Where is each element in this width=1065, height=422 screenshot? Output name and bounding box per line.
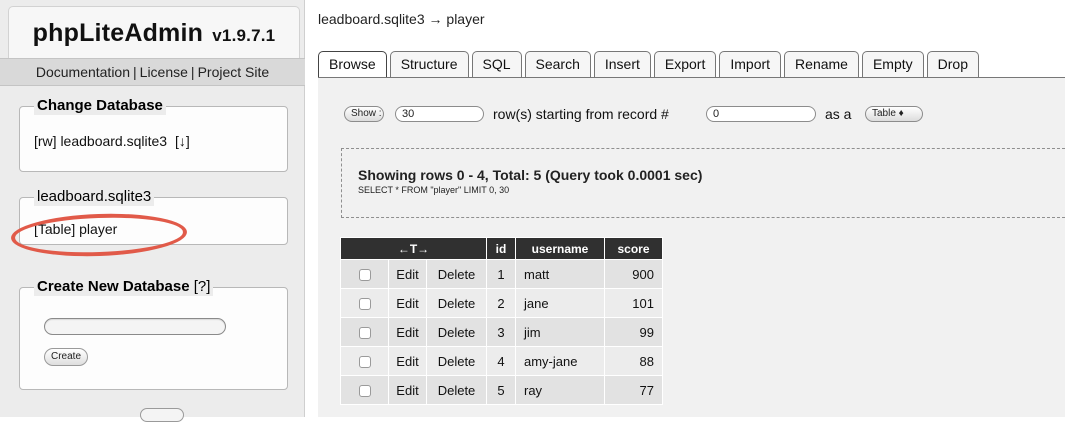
create-database-panel: Create New Database [?] Create	[19, 278, 288, 390]
cell-id: 2	[486, 288, 516, 318]
delete-link[interactable]: Delete	[426, 346, 487, 376]
cell-username: ray	[515, 375, 605, 405]
edit-link[interactable]: Edit	[388, 317, 427, 347]
app-version: v1.9.7.1	[212, 26, 276, 45]
edit-link[interactable]: Edit	[388, 259, 427, 289]
create-database-button[interactable]: Create	[44, 348, 89, 366]
rows-count-input[interactable]: 30	[395, 106, 484, 122]
cell-id: 4	[486, 346, 516, 376]
start-record-input[interactable]: 0	[706, 106, 816, 122]
row-checkbox-cell	[340, 375, 389, 405]
tab-insert[interactable]: Insert	[593, 51, 651, 77]
header-actions[interactable]: ←T→	[340, 237, 487, 260]
header-id[interactable]: id	[486, 237, 516, 260]
row-checkbox-cell	[340, 259, 389, 289]
cell-id: 1	[486, 259, 516, 289]
cell-id: 5	[486, 375, 516, 405]
link-separator: |	[133, 64, 137, 80]
cell-username: jane	[515, 288, 605, 318]
delete-link[interactable]: Delete	[426, 288, 487, 318]
doc-links-bar: Documentation | License | Project Site	[0, 58, 305, 86]
current-database: [rw] leadboard.sqlite3 [↓]	[34, 133, 190, 149]
header-username[interactable]: username	[515, 237, 605, 260]
query-result-summary: Showing rows 0 - 4, Total: 5 (Query took…	[358, 167, 703, 183]
change-database-legend: Change Database	[34, 97, 166, 115]
table-row: Edit Delete 3 jim 99	[340, 317, 663, 347]
table-row: Edit Delete 5 ray 77	[340, 375, 663, 405]
tab-browse[interactable]: Browse	[318, 51, 387, 77]
current-database-link[interactable]: [rw] leadboard.sqlite3	[34, 133, 167, 149]
tab-sql[interactable]: SQL	[471, 51, 522, 77]
cell-score: 77	[604, 375, 663, 405]
tab-import[interactable]: Import	[719, 51, 782, 77]
cell-username: jim	[515, 317, 605, 347]
row-checkbox[interactable]	[358, 327, 371, 340]
database-tables-panel: leadboard.sqlite3 [Table] player	[19, 188, 288, 245]
sidebar-bottom-button[interactable]	[140, 408, 184, 422]
as-a-label: as a	[825, 106, 852, 122]
table-row: Edit Delete 1 matt 900	[340, 259, 663, 289]
rows-label: row(s) starting from record #	[493, 106, 669, 122]
app-name: phpLiteAdmin	[32, 19, 204, 47]
table-header-row: ←T→ id username score	[340, 237, 663, 260]
delete-link[interactable]: Delete	[426, 259, 487, 289]
tab-structure[interactable]: Structure	[389, 51, 469, 77]
app-logo[interactable]: phpLiteAdmin v1.9.7.1	[8, 6, 300, 58]
row-checkbox[interactable]	[358, 356, 371, 369]
change-database-panel: Change Database [rw] leadboard.sqlite3 […	[19, 97, 288, 172]
create-database-title: Create New Database	[37, 278, 190, 295]
cell-username: matt	[515, 259, 605, 289]
query-sql-text: SELECT * FROM "player" LIMIT 0, 30	[358, 185, 510, 195]
edit-link[interactable]: Edit	[388, 346, 427, 376]
edit-link[interactable]: Edit	[388, 375, 427, 405]
tab-export[interactable]: Export	[653, 51, 717, 77]
tab-bar: Browse Structure SQL Search Insert Export Impo…	[318, 51, 982, 77]
show-button[interactable]: Show :	[344, 106, 384, 122]
sidebar: phpLiteAdmin v1.9.7.1 Documentation | Lice…	[0, 0, 305, 422]
row-checkbox[interactable]	[358, 269, 371, 282]
delete-link[interactable]: Delete	[426, 317, 487, 347]
tab-empty[interactable]: Empty	[861, 51, 924, 77]
documentation-link[interactable]: Documentation	[36, 64, 130, 80]
cell-id: 3	[486, 317, 516, 347]
view-mode-select[interactable]: Table ♦	[865, 106, 923, 122]
database-legend: leadboard.sqlite3	[34, 188, 155, 206]
row-checkbox-cell	[340, 346, 389, 376]
cell-score: 900	[604, 259, 663, 289]
project-site-link[interactable]: Project Site	[198, 64, 270, 80]
cell-username: amy-jane	[515, 346, 605, 376]
row-checkbox-cell	[340, 288, 389, 318]
download-database-icon[interactable]: [↓]	[175, 133, 190, 149]
tab-underline	[318, 77, 1065, 78]
tab-rename[interactable]: Rename	[784, 51, 859, 77]
header-score[interactable]: score	[604, 237, 663, 260]
create-database-legend: Create New Database [?]	[34, 278, 214, 296]
cell-score: 101	[604, 288, 663, 318]
app-title: phpLiteAdmin v1.9.7.1	[9, 19, 299, 48]
records-table: ←T→ id username score Edit Delete 1 matt…	[340, 237, 663, 405]
new-database-name-input[interactable]	[44, 318, 226, 335]
query-info-box: Showing rows 0 - 4, Total: 5 (Query took…	[341, 148, 1065, 218]
link-separator: |	[190, 64, 195, 80]
table-row: Edit Delete 4 amy-jane 88	[340, 346, 663, 376]
tab-search[interactable]: Search	[524, 51, 591, 77]
row-checkbox[interactable]	[358, 298, 371, 311]
cell-score: 88	[604, 346, 663, 376]
table-link-player[interactable]: [Table] player	[34, 221, 117, 237]
row-checkbox-cell	[340, 317, 389, 347]
create-database-help-link[interactable]: [?]	[194, 278, 211, 295]
tab-drop[interactable]: Drop	[926, 51, 980, 77]
delete-link[interactable]: Delete	[426, 375, 487, 405]
license-link[interactable]: License	[140, 64, 188, 80]
edit-link[interactable]: Edit	[388, 288, 427, 318]
row-checkbox[interactable]	[358, 385, 371, 398]
table-row: Edit Delete 2 jane 101	[340, 288, 663, 318]
cell-score: 99	[604, 317, 663, 347]
breadcrumb[interactable]: leadboard.sqlite3 → player	[318, 11, 485, 27]
